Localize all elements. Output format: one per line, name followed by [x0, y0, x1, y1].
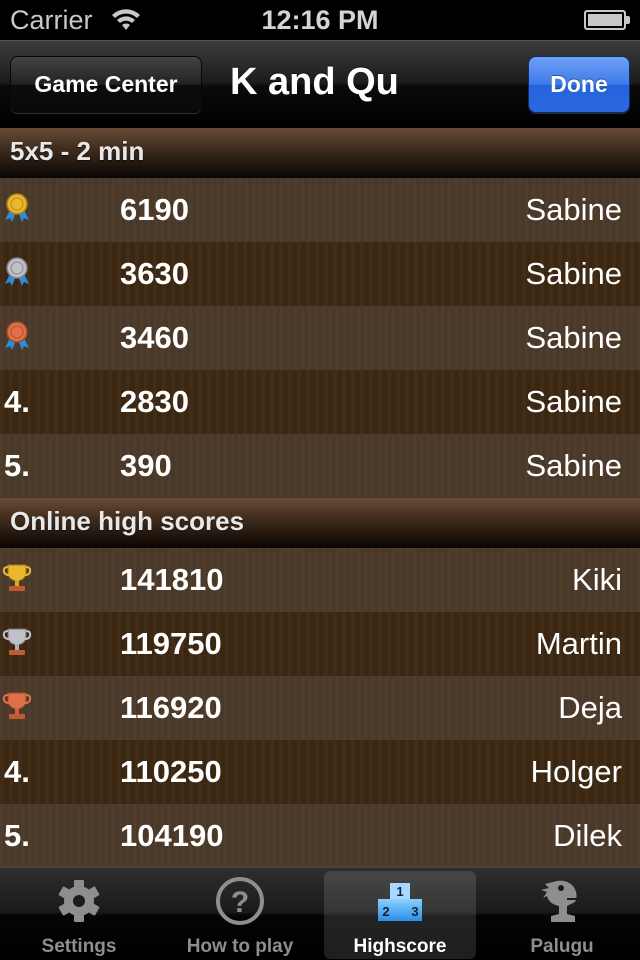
tab-label: Settings — [41, 936, 117, 957]
tab-highscore[interactable]: 1 2 3 Highscore — [324, 871, 476, 959]
svg-text:2: 2 — [382, 904, 389, 919]
palugu-bird-icon — [541, 880, 577, 922]
player-name: Sabine — [525, 384, 622, 419]
score-row: 3630 Sabine — [0, 242, 640, 306]
tab-palugu[interactable]: Palugu — [486, 868, 638, 960]
player-name: Sabine — [525, 320, 622, 355]
silver-medal-icon — [5, 257, 29, 286]
gold-trophy-icon — [2, 564, 32, 591]
player-name: Martin — [535, 626, 622, 661]
score-row: 6190 Sabine — [0, 178, 640, 242]
player-name: Sabine — [525, 192, 622, 227]
bronze-medal-icon — [5, 321, 29, 350]
score-row: 119750 Martin — [0, 612, 640, 676]
status-bar: Carrier 12:16 PM — [0, 0, 640, 40]
player-name: Kiki — [572, 562, 622, 597]
score-row: 4. 110250 Holger — [0, 740, 640, 804]
player-name: Dilek — [553, 818, 622, 853]
page-title: K and Qu — [230, 61, 399, 103]
score-value: 3630 — [120, 256, 189, 291]
podium-icon: 1 2 3 — [378, 883, 422, 921]
score-row: 141810 Kiki — [0, 548, 640, 612]
rank-label: 5. — [4, 448, 30, 483]
section-header-online: Online high scores — [0, 498, 640, 548]
player-name: Sabine — [525, 448, 622, 483]
score-value: 119750 — [120, 626, 222, 661]
score-value: 110250 — [120, 754, 222, 789]
svg-text:3: 3 — [411, 904, 418, 919]
svg-text:1: 1 — [396, 884, 403, 899]
score-row: 5. 104190 Dilek — [0, 804, 640, 866]
player-name: Sabine — [525, 256, 622, 291]
tab-label: Palugu — [530, 936, 594, 957]
score-value: 116920 — [120, 690, 222, 725]
tab-how-to-play[interactable]: ? How to play — [164, 868, 316, 960]
rank-label: 4. — [4, 384, 30, 419]
rank-label: 5. — [4, 818, 30, 853]
score-row: 3460 Sabine — [0, 306, 640, 370]
game-center-button[interactable]: Game Center — [10, 56, 202, 113]
tab-bar: Settings ? How to play 1 2 3 Highscore P… — [0, 866, 640, 960]
question-circle-icon: ? — [216, 877, 264, 925]
score-value: 390 — [120, 448, 172, 483]
done-button[interactable]: Done — [528, 56, 630, 113]
score-value: 141810 — [120, 562, 224, 597]
highscore-list[interactable]: 5x5 - 2 min 6190 Sabine 3630 Sabine 3460… — [0, 128, 640, 866]
player-name: Deja — [558, 690, 622, 725]
score-value: 2830 — [120, 384, 189, 419]
svg-text:?: ? — [231, 886, 249, 919]
gear-icon — [58, 880, 100, 922]
status-time: 12:16 PM — [261, 5, 379, 35]
player-name: Holger — [530, 754, 622, 789]
bronze-trophy-icon — [2, 692, 32, 719]
silver-trophy-icon — [2, 628, 32, 655]
battery-icon — [584, 10, 630, 30]
gold-medal-icon — [5, 193, 29, 222]
tab-label: How to play — [186, 936, 294, 957]
score-row: 4. 2830 Sabine — [0, 370, 640, 434]
rank-label: 4. — [4, 754, 30, 789]
navigation-bar: Game Center K and Qu Done — [0, 40, 640, 128]
score-value: 3460 — [120, 320, 189, 355]
tab-label: Highscore — [353, 936, 447, 957]
section-header-local: 5x5 - 2 min — [0, 128, 640, 178]
score-value: 104190 — [120, 818, 224, 853]
score-row: 5. 390 Sabine — [0, 434, 640, 498]
score-value: 6190 — [120, 192, 189, 227]
tab-settings[interactable]: Settings — [3, 868, 155, 960]
screen: Carrier 12:16 PM Game Center K and Qu Do… — [0, 0, 640, 960]
score-row: 116920 Deja — [0, 676, 640, 740]
